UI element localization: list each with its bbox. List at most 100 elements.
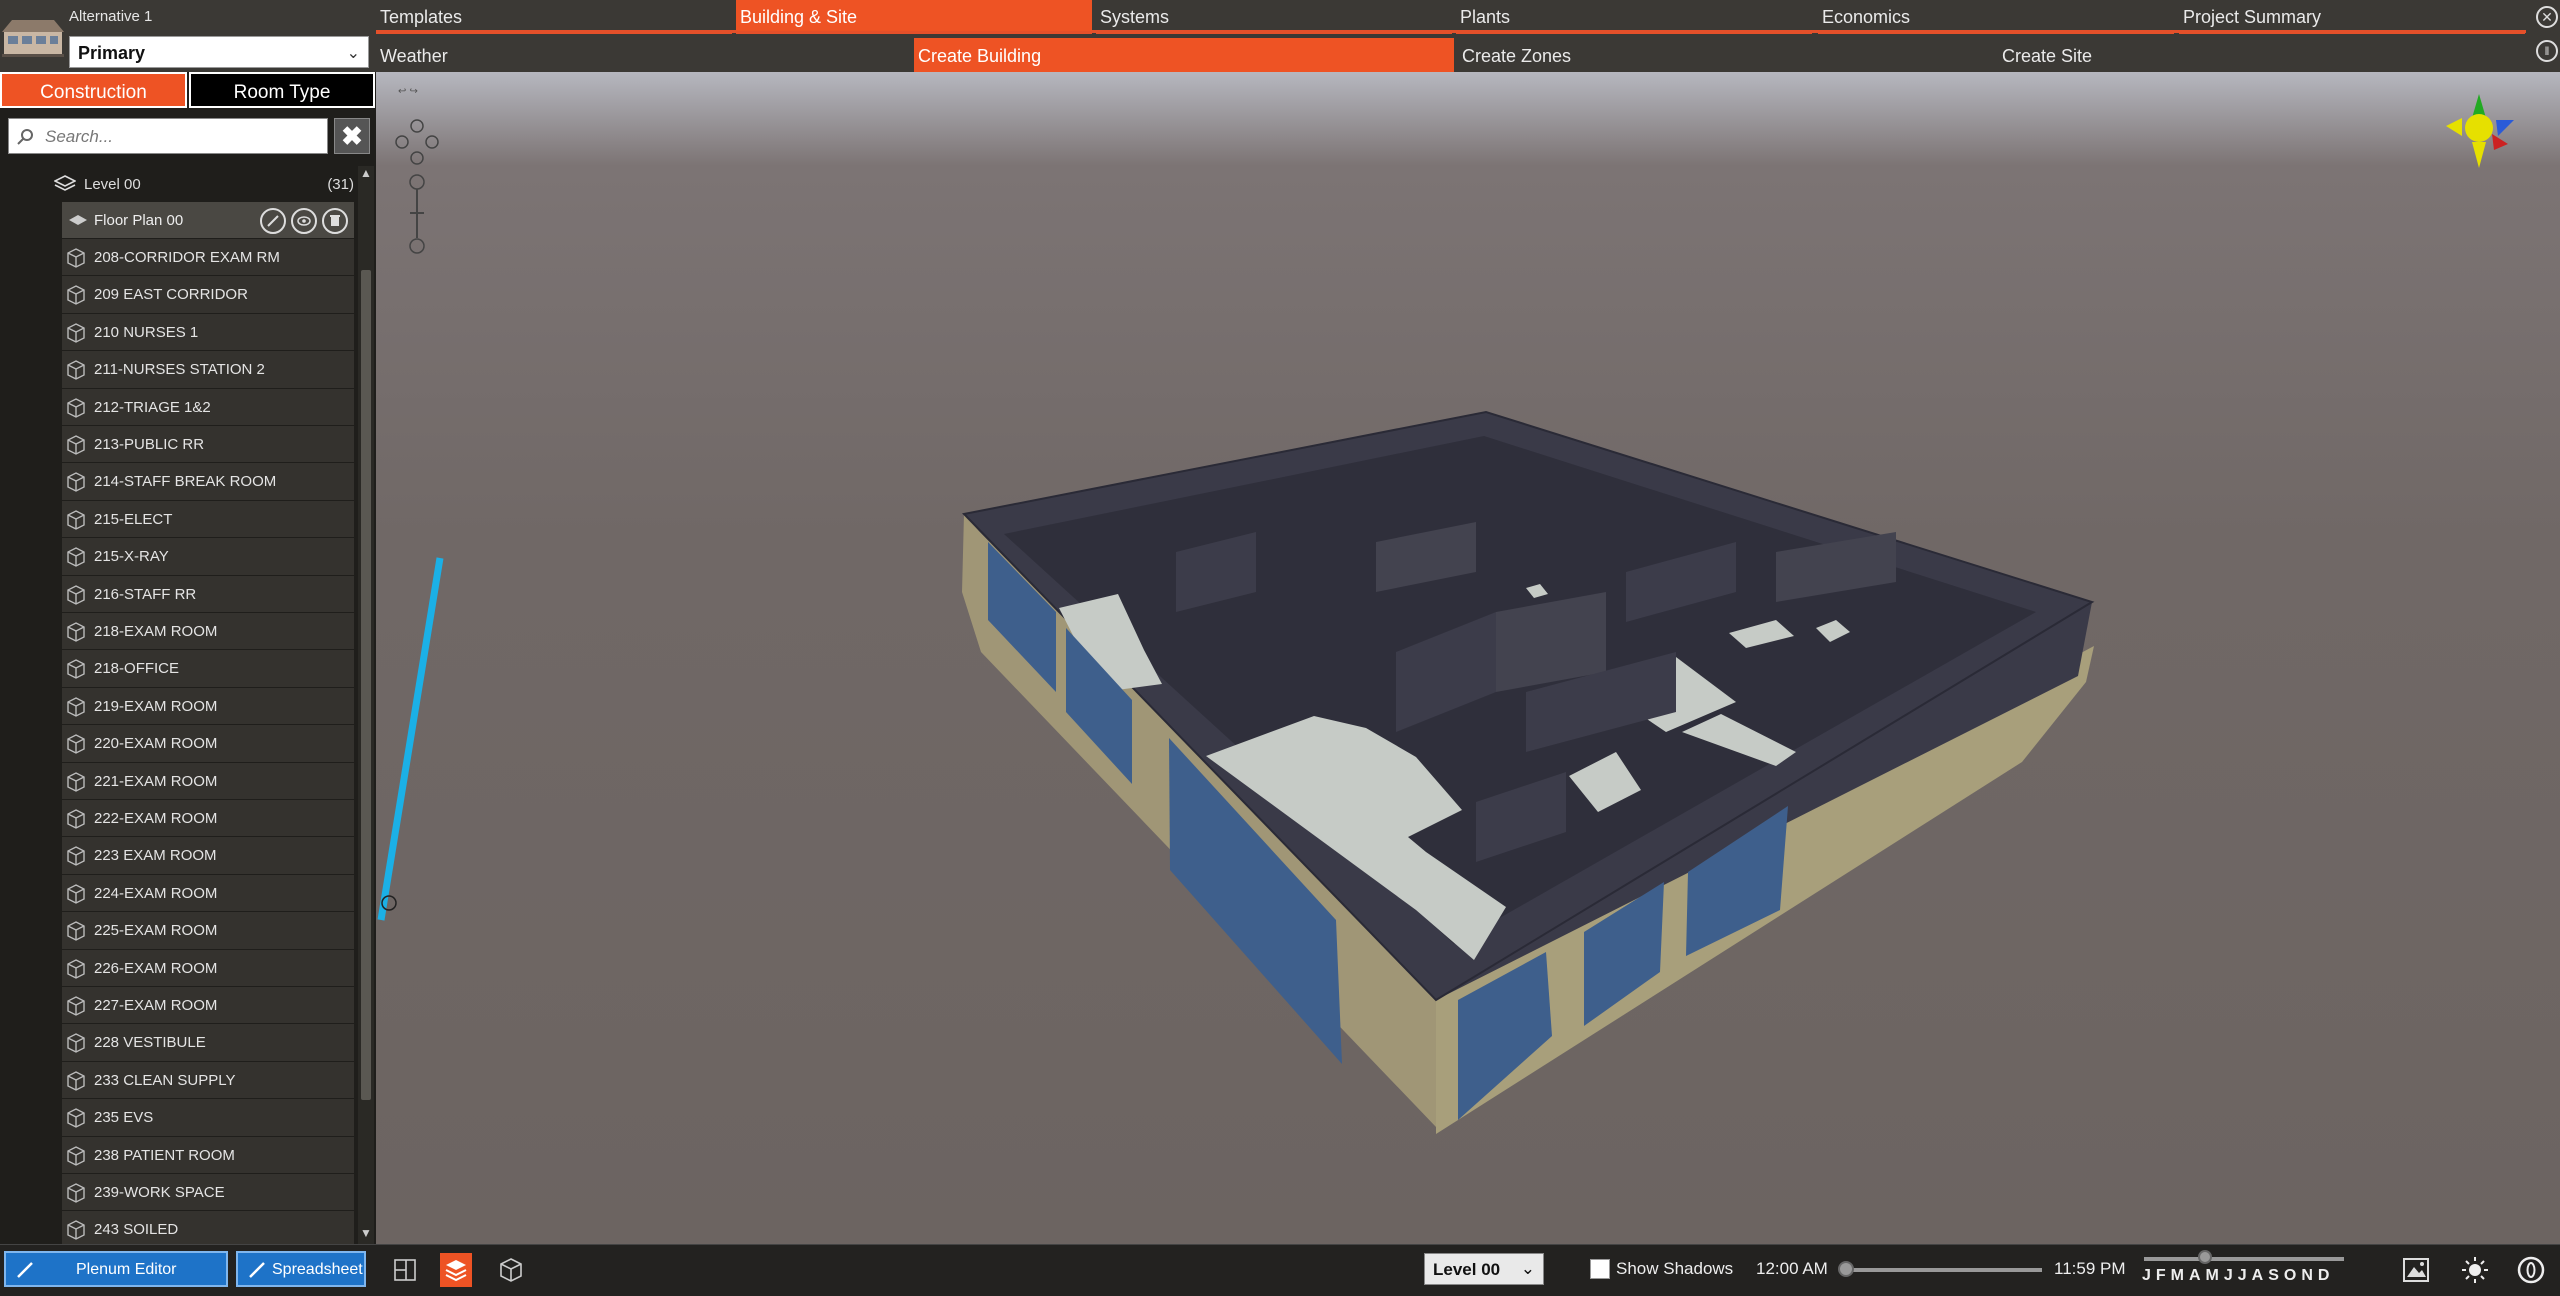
room-type-tab[interactable]: Room Type	[189, 72, 375, 108]
floorplan-view-icon[interactable]	[392, 1257, 418, 1283]
room-list-item[interactable]: 238 PATIENT ROOM	[62, 1135, 354, 1173]
level-label: Level 00	[84, 176, 141, 193]
search-input[interactable]: Search...	[8, 118, 328, 154]
room-cube-icon	[67, 996, 85, 1016]
tab-building-site[interactable]: Building & Site	[736, 0, 1092, 34]
scroll-down-icon[interactable]: ▼	[358, 1226, 374, 1244]
room-list-item[interactable]: 208-CORRIDOR EXAM RM	[62, 238, 354, 276]
navigation-controls-icon[interactable]: ↩ ↪	[392, 82, 442, 322]
room-cube-icon	[67, 921, 85, 941]
room-list-item[interactable]: 215-ELECT	[62, 499, 354, 538]
delete-icon[interactable]	[322, 208, 348, 234]
room-label: 218-OFFICE	[94, 660, 180, 678]
scrollbar[interactable]: ▲ ▼	[358, 166, 374, 1244]
room-label: 210 NURSES 1	[94, 323, 199, 341]
room-list-item[interactable]: 224-EXAM ROOM	[62, 873, 354, 912]
room-cube-icon	[67, 584, 85, 605]
room-label: 233 CLEAN SUPPLY	[94, 1071, 236, 1089]
subtab-create-building[interactable]: Create Building	[914, 38, 1454, 72]
close-icon[interactable]: ✕	[2536, 6, 2558, 28]
room-list-item[interactable]: 235 EVS	[62, 1098, 354, 1136]
scroll-thumb[interactable]	[361, 270, 371, 1100]
construction-tab[interactable]: Construction	[0, 72, 187, 108]
room-label: 243 SOILED	[94, 1221, 179, 1239]
3d-viewport[interactable]: ↩ ↪	[376, 72, 2560, 1244]
alternative-dropdown[interactable]: Primary ⌄	[69, 36, 369, 68]
spreadsheet-button[interactable]: Spreadsheet	[236, 1251, 366, 1287]
time-start-label: 12:00 AM	[1756, 1259, 1828, 1278]
floor-plan-row[interactable]: Floor Plan 00	[62, 202, 354, 238]
tab-plants[interactable]: Plants	[1456, 0, 1812, 34]
room-cube-icon	[67, 547, 85, 567]
time-slider[interactable]	[1842, 1268, 2042, 1272]
room-cube-icon	[67, 884, 85, 904]
room-list-item[interactable]: 212-TRIAGE 1&2	[62, 387, 354, 425]
room-cube-icon	[67, 1108, 85, 1128]
room-list-item[interactable]: 222-EXAM ROOM	[62, 799, 354, 837]
room-list-item[interactable]: 209 EAST CORRIDOR	[62, 275, 354, 313]
room-label: 222-EXAM ROOM	[94, 810, 218, 827]
room-list-item[interactable]: 219-EXAM ROOM	[62, 686, 354, 725]
room-list-item[interactable]: 210 NURSES 1	[62, 312, 354, 351]
room-label: 220-EXAM ROOM	[94, 735, 218, 753]
3d-view-icon[interactable]	[498, 1257, 524, 1283]
time-slider-handle[interactable]	[1838, 1261, 1854, 1277]
room-cube-icon	[67, 771, 85, 792]
tab-systems[interactable]: Systems	[1096, 0, 1452, 34]
axis-gizmo-icon[interactable]	[2434, 86, 2524, 176]
room-list-item[interactable]: 227-EXAM ROOM	[62, 986, 354, 1024]
room-cube-icon	[67, 472, 85, 493]
search-icon	[17, 129, 33, 145]
room-cube-icon	[67, 697, 85, 717]
guide-line	[377, 557, 444, 921]
edit-icon[interactable]	[260, 208, 286, 234]
tab-project-summary[interactable]: Project Summary	[2179, 0, 2525, 34]
eye-icon[interactable]	[291, 208, 317, 234]
room-list-item[interactable]: 214-STAFF BREAK ROOM	[62, 462, 354, 500]
tab-economics[interactable]: Economics	[1818, 0, 2174, 34]
month-slider[interactable]	[2144, 1257, 2344, 1261]
room-list-item[interactable]: 216-STAFF RR	[62, 574, 354, 612]
room-label: 215-X-RAY	[94, 548, 169, 566]
room-list-item[interactable]: 218-EXAM ROOM	[62, 612, 354, 650]
mode-toggle: Construction Room Type	[0, 72, 376, 110]
room-label: 239-WORK SPACE	[94, 1184, 225, 1201]
scroll-up-icon[interactable]: ▲	[358, 166, 374, 184]
image-icon[interactable]	[2402, 1257, 2430, 1283]
level-dropdown[interactable]: Level 00 ⌄	[1424, 1253, 1544, 1285]
room-list-item[interactable]: 223 EXAM ROOM	[62, 836, 354, 874]
subtab-weather[interactable]: Weather	[376, 38, 911, 72]
level-row[interactable]: Level 00 (31)	[0, 166, 356, 202]
room-list-item[interactable]: 221-EXAM ROOM	[62, 761, 354, 799]
room-list-item[interactable]: 228 VESTIBULE	[62, 1023, 354, 1061]
month-labels: JFMAMJJASOND	[2142, 1267, 2335, 1284]
room-cube-icon	[67, 734, 85, 754]
clear-search-button[interactable]: ✖	[334, 118, 370, 154]
room-list-item[interactable]: 239-WORK SPACE	[62, 1173, 354, 1211]
room-cube-icon	[67, 846, 85, 867]
room-list-item[interactable]: 220-EXAM ROOM	[62, 724, 354, 762]
room-list-item[interactable]: 215-X-RAY	[62, 537, 354, 575]
alternative-value: Primary	[78, 43, 146, 63]
room-label: 216-STAFF RR	[94, 585, 197, 603]
room-list-item[interactable]: 233 CLEAN SUPPLY	[62, 1060, 354, 1099]
room-list-item[interactable]: 225-EXAM ROOM	[62, 911, 354, 949]
panel-toggle-icon[interactable]: ‖	[2536, 40, 2558, 62]
plenum-editor-button[interactable]: Plenum Editor	[4, 1251, 228, 1287]
room-list-item[interactable]: 213-PUBLIC RR	[62, 425, 354, 463]
room-list-item[interactable]: 218-OFFICE	[62, 649, 354, 687]
room-list-item[interactable]: 226-EXAM ROOM	[62, 948, 354, 986]
room-cube-icon	[67, 510, 85, 530]
show-shadows-checkbox[interactable]	[1590, 1259, 1610, 1279]
month-slider-handle[interactable]	[2198, 1250, 2212, 1264]
compass-icon[interactable]	[2516, 1255, 2546, 1285]
room-list-item[interactable]: 211-NURSES STATION 2	[62, 350, 354, 388]
subtab-create-site[interactable]: Create Site	[1998, 38, 2538, 72]
subtab-create-zones[interactable]: Create Zones	[1458, 38, 1994, 72]
layers-view-button[interactable]	[440, 1253, 472, 1287]
svg-text:↩ ↪: ↩ ↪	[398, 86, 418, 97]
room-label: 228 VESTIBULE	[94, 1034, 206, 1052]
tab-templates[interactable]: Templates	[376, 0, 732, 34]
room-list-item[interactable]: 243 SOILED	[62, 1210, 354, 1244]
sun-icon[interactable]	[2460, 1255, 2490, 1285]
